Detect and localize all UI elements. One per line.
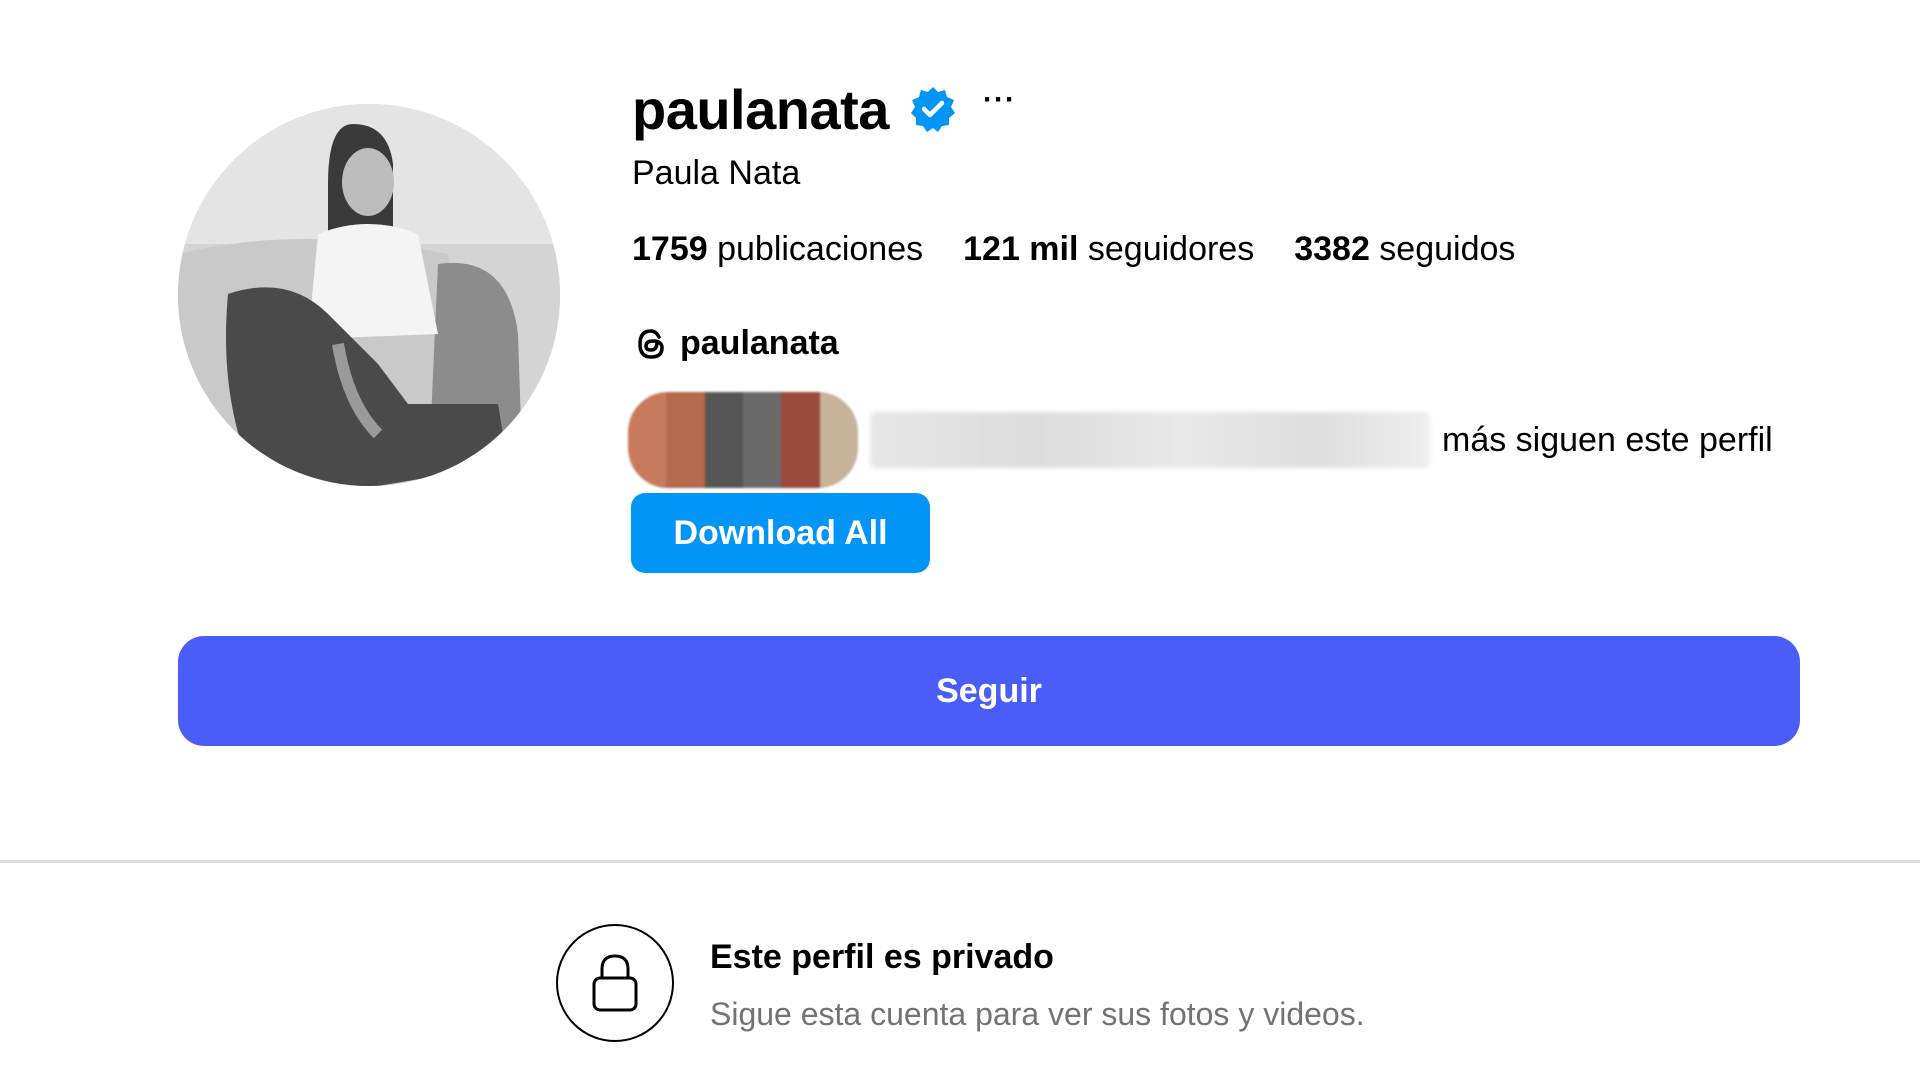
more-options-icon[interactable]: ··· xyxy=(983,85,1016,115)
following-label: seguidos xyxy=(1369,230,1516,268)
section-divider xyxy=(0,860,1920,863)
following-stat[interactable]: 3382 seguidos xyxy=(1294,230,1515,269)
private-profile-title: Este perfil es privado xyxy=(710,938,1054,976)
profile-username: paulanata xyxy=(632,77,889,141)
followers-label: seguidores xyxy=(1078,230,1255,268)
download-all-button[interactable]: Download All xyxy=(631,493,930,573)
threads-link[interactable]: paulanata xyxy=(632,324,839,363)
profile-stats: 1759 publicaciones 121 mil seguidores 33… xyxy=(632,230,1555,269)
posts-label: publicaciones xyxy=(707,230,924,268)
following-count: 3382 xyxy=(1294,230,1370,268)
mutual-followers-avatars xyxy=(628,392,858,488)
profile-page: paulanata ··· Paula Nata 1759 publicacio… xyxy=(0,0,1920,1080)
followers-stat[interactable]: 121 mil seguidores xyxy=(963,230,1254,269)
private-profile-subtitle: Sigue esta cuenta para ver sus fotos y v… xyxy=(710,996,1365,1032)
followers-count: 121 mil xyxy=(963,230,1079,268)
posts-count: 1759 xyxy=(632,230,708,268)
follow-button[interactable]: Seguir xyxy=(178,636,1800,746)
verified-badge-icon xyxy=(909,85,957,133)
username-row: paulanata ··· xyxy=(632,64,1016,154)
posts-stat[interactable]: 1759 publicaciones xyxy=(632,230,923,269)
followed-by-text: más siguen este perfil xyxy=(1442,420,1773,459)
profile-avatar[interactable] xyxy=(178,104,560,486)
profile-full-name: Paula Nata xyxy=(632,154,801,192)
threads-handle: paulanata xyxy=(680,324,839,362)
threads-icon xyxy=(632,325,670,363)
followed-by-row[interactable]: más siguen este perfil xyxy=(628,392,1773,488)
lock-icon xyxy=(556,924,674,1042)
mutual-followers-names-blurred xyxy=(870,412,1430,468)
